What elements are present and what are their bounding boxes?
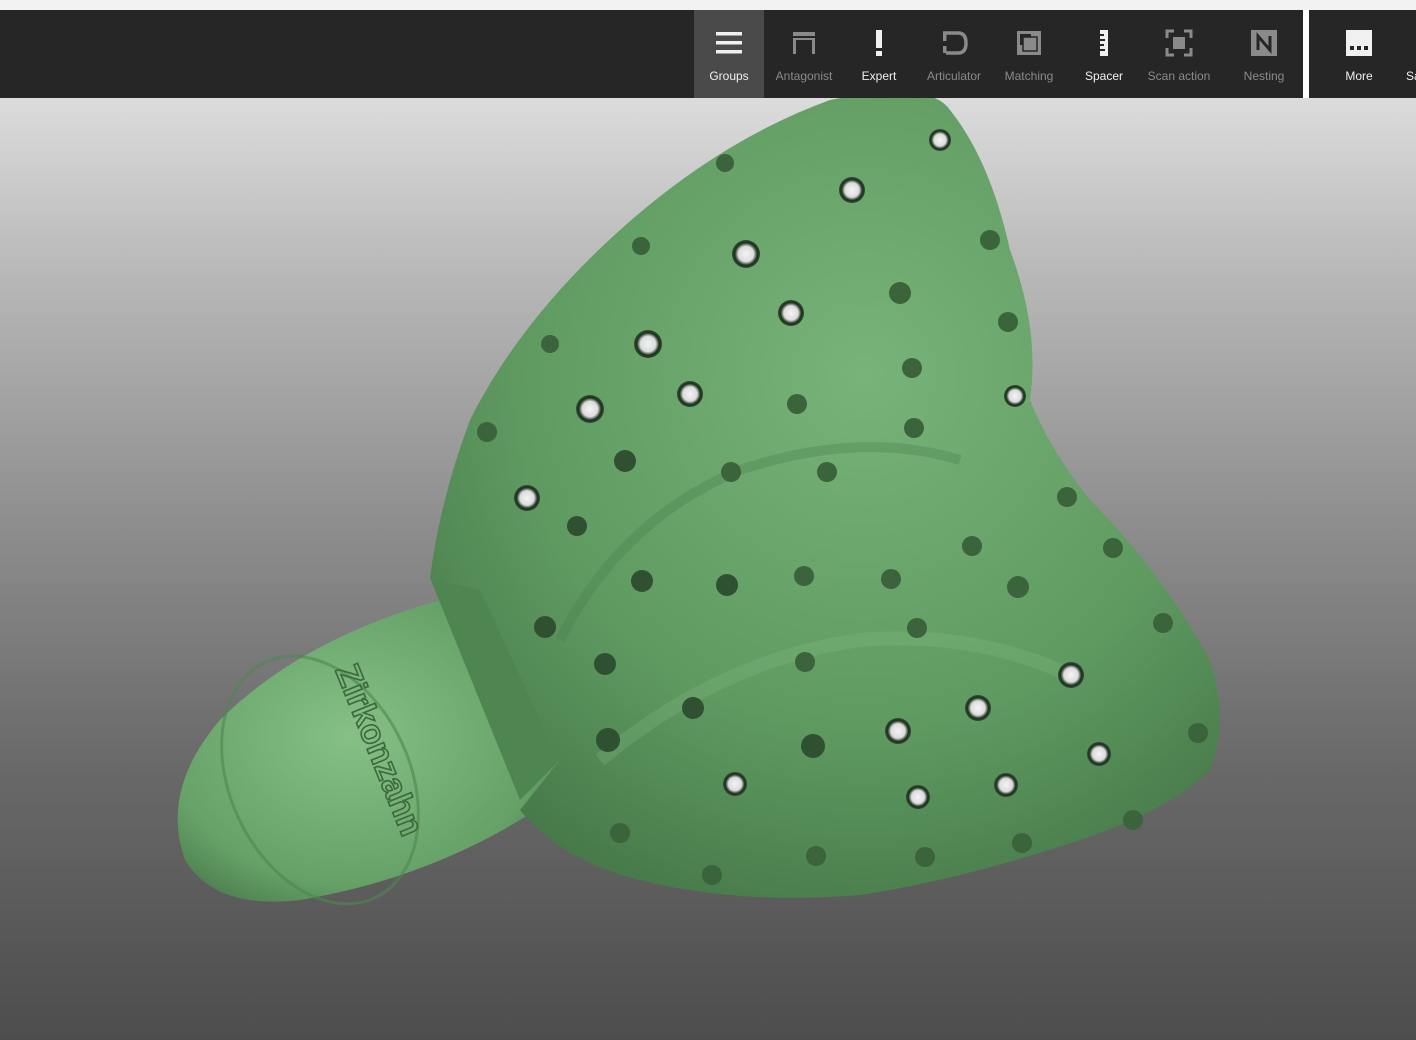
tray-hole [1153, 613, 1173, 633]
tray-hole [1004, 385, 1026, 407]
antagonist-icon [789, 28, 819, 58]
tray-hole [1123, 810, 1143, 830]
tray-hole [965, 695, 991, 721]
tray-hole [723, 772, 747, 796]
expert-button[interactable]: Expert [844, 10, 914, 98]
save-label-cutoff: Sa [1406, 69, 1416, 83]
groups-button[interactable]: Groups [694, 10, 764, 98]
articulator-label: Articulator [926, 69, 982, 83]
tray-hole [634, 330, 662, 358]
toolbar-separator [1303, 10, 1309, 98]
scan-action-label: Scan action [1147, 69, 1211, 83]
exclamation-icon [864, 28, 894, 58]
tray-hole [778, 300, 804, 326]
impression-tray-model[interactable]: Zirkonzahn [0, 98, 1416, 1040]
tray-hole [632, 237, 650, 255]
tray-hole [610, 823, 630, 843]
tray-hole [994, 773, 1018, 797]
tray-hole [1103, 538, 1123, 558]
tray-hole [631, 570, 653, 592]
tray-hole [907, 618, 927, 638]
tray-hole [721, 462, 741, 482]
tray-hole [614, 450, 636, 472]
nesting-n-icon [1249, 28, 1279, 58]
tray-hole [795, 652, 815, 672]
tray-hole [534, 616, 556, 638]
tray-hole [839, 177, 865, 203]
tray-hole [596, 728, 620, 752]
scan-frame-icon [1164, 28, 1194, 58]
tray-hole [906, 785, 930, 809]
hamburger-icon [714, 28, 744, 58]
more-button[interactable]: More [1324, 10, 1394, 98]
tray-hole [980, 230, 1000, 250]
toolbar: Groups Antagonist Expert Articulator Mat… [0, 10, 1416, 98]
spacer-label: Spacer [1084, 69, 1124, 83]
tray-hole [682, 697, 704, 719]
tray-body [430, 98, 1220, 898]
tray-hole [915, 847, 935, 867]
tray-hole [514, 485, 540, 511]
nesting-label: Nesting [1243, 69, 1285, 83]
matching-label: Matching [1004, 69, 1054, 83]
tray-hole [716, 574, 738, 596]
tray-hole [1087, 742, 1111, 766]
tray-hole [732, 240, 760, 268]
tray-hole [1007, 576, 1029, 598]
save-button-cutoff[interactable]: Sa [1399, 10, 1416, 98]
matching-icon [1014, 28, 1044, 58]
tray-hole [801, 734, 825, 758]
nesting-button[interactable]: Nesting [1229, 10, 1299, 98]
matching-button[interactable]: Matching [994, 10, 1064, 98]
antagonist-label: Antagonist [775, 69, 833, 83]
tray-hole [881, 569, 901, 589]
groups-label: Groups [709, 69, 749, 83]
tray-hole [889, 282, 911, 304]
tray-hole [677, 381, 703, 407]
tray-hole [998, 312, 1018, 332]
articulator-icon [939, 28, 969, 58]
tray-hole [716, 154, 734, 172]
tray-hole [806, 846, 826, 866]
tray-hole [541, 335, 559, 353]
tray-hole [567, 516, 587, 536]
tray-hole [1012, 833, 1032, 853]
more-dots-icon [1344, 28, 1374, 58]
tray-hole [576, 395, 604, 423]
tray-hole [477, 422, 497, 442]
articulator-button[interactable]: Articulator [919, 10, 989, 98]
spacer-button[interactable]: Spacer [1069, 10, 1139, 98]
tray-hole [787, 394, 807, 414]
tray-hole [929, 129, 951, 151]
3d-viewport[interactable]: Zirkonzahn [0, 98, 1416, 1040]
tray-hole [702, 865, 722, 885]
tray-hole [1057, 487, 1077, 507]
tray-hole [904, 418, 924, 438]
tray-hole [794, 566, 814, 586]
scan-action-button[interactable]: Scan action [1144, 10, 1214, 98]
spacer-ruler-icon [1089, 28, 1119, 58]
tray-hole [885, 718, 911, 744]
expert-label: Expert [861, 69, 897, 83]
tray-hole [817, 462, 837, 482]
tray-hole [902, 358, 922, 378]
tray-hole [962, 536, 982, 556]
tray-hole [1188, 723, 1208, 743]
antagonist-button[interactable]: Antagonist [769, 10, 839, 98]
tray-hole [1058, 662, 1084, 688]
window-top-strip [0, 0, 1416, 10]
more-label: More [1345, 69, 1373, 83]
tray-hole [594, 653, 616, 675]
